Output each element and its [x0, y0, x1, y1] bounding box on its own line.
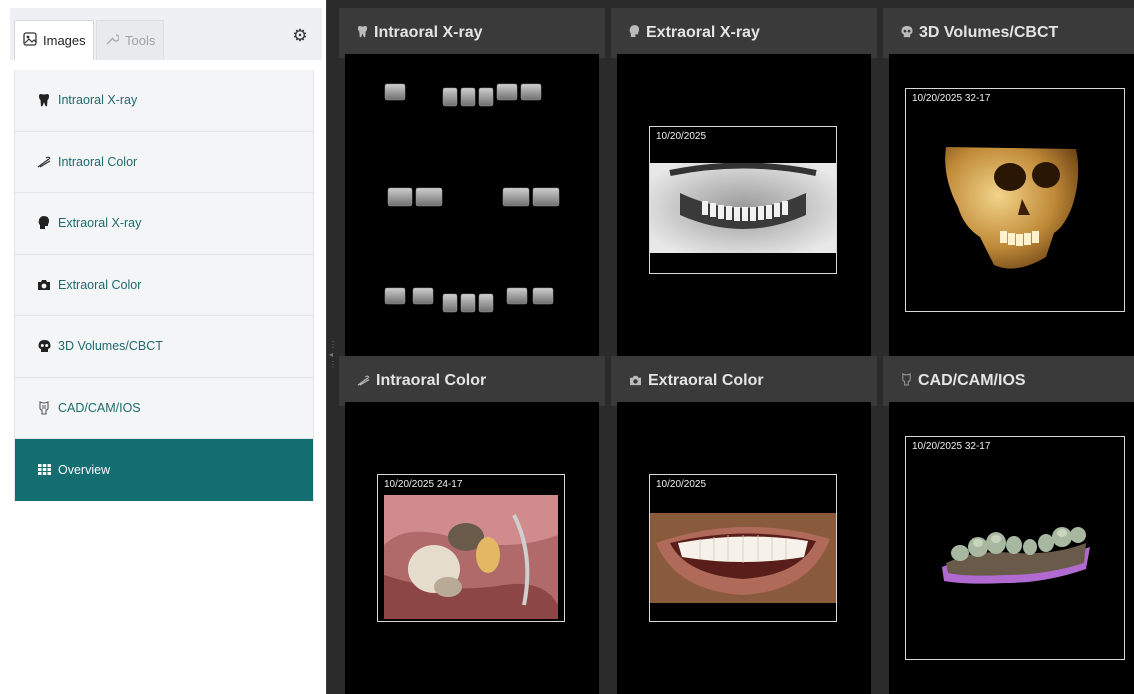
- collapse-handle-icon[interactable]: ⋮ ◂ ⋮: [329, 340, 337, 370]
- image-date: 10/20/2025: [656, 131, 707, 142]
- tile-intraoral-xray[interactable]: Intraoral X-ray: [339, 8, 605, 356]
- sidebar-item-label: CAD/CAM/IOS: [58, 400, 141, 415]
- sidebar-item-overview[interactable]: Overview: [15, 439, 313, 501]
- crown-icon: [37, 400, 51, 415]
- image-date: 10/20/2025 32-17: [912, 441, 991, 452]
- sidebar-item-label: Extraoral X-ray: [58, 216, 142, 231]
- tile-title: CAD/CAM/IOS: [918, 372, 1026, 389]
- tile-header: Extraoral X-ray: [611, 8, 877, 58]
- tile-3d-volumes[interactable]: 3D Volumes/CBCT 10/20/2025 32-17: [883, 8, 1134, 356]
- intraoral-photo-viewer[interactable]: 10/20/2025 24-17: [345, 402, 599, 694]
- image-date: 10/20/2025 32-17: [912, 93, 991, 104]
- tile-intraoral-color[interactable]: Intraoral Color 10/20/2025 24-17: [339, 356, 605, 694]
- sidebar-item-label: Intraoral Color: [58, 154, 138, 169]
- tile-cad-cam[interactable]: CAD/CAM/IOS 10/20/2025 32-17: [883, 356, 1134, 694]
- tile-title: Extraoral Color: [648, 372, 764, 389]
- panoramic-viewer[interactable]: 10/20/2025: [617, 54, 871, 356]
- wrench-icon: [105, 32, 120, 49]
- ios-scan-thumbnail[interactable]: 10/20/2025 32-17: [905, 436, 1125, 660]
- tile-title: 3D Volumes/CBCT: [919, 24, 1059, 41]
- sidebar-item-extraoral-color[interactable]: Extraoral Color: [15, 254, 313, 316]
- sidebar-item-intraoral-xray[interactable]: Intraoral X-ray: [15, 70, 313, 132]
- overview-grid: Intraoral X-ray Extraoral X-ray 10/20/20…: [337, 0, 1134, 694]
- panel-splitter[interactable]: ⋮ ◂ ⋮: [326, 0, 337, 694]
- tooth-icon: [37, 93, 51, 107]
- tile-title: Intraoral Color: [376, 372, 487, 389]
- tab-tools[interactable]: Tools: [96, 20, 164, 60]
- xray-series-viewer[interactable]: [345, 54, 599, 356]
- skull-icon: [37, 339, 51, 353]
- sidebar-item-label: Extraoral Color: [58, 277, 142, 292]
- sidebar-item-intraoral-color[interactable]: Intraoral Color: [15, 131, 313, 193]
- head-profile-icon: [629, 25, 640, 41]
- sidebar-item-label: Overview: [58, 462, 111, 477]
- tile-header: Intraoral X-ray: [339, 8, 605, 58]
- tooth-icon: [357, 25, 368, 41]
- left-panel: Images Tools ⚙ Intraoral X-ray Intraoral…: [0, 0, 326, 694]
- tile-title: Intraoral X-ray: [374, 24, 483, 41]
- sidebar-item-label: 3D Volumes/CBCT: [58, 339, 163, 354]
- image-icon: [23, 32, 37, 49]
- tile-header: 3D Volumes/CBCT: [883, 8, 1134, 58]
- cbct-viewer[interactable]: 10/20/2025 32-17: [889, 54, 1134, 356]
- camera-icon: [629, 374, 642, 389]
- tile-extraoral-color[interactable]: Extraoral Color 10/20/2025: [611, 356, 877, 694]
- tab-images-label: Images: [43, 33, 86, 48]
- camera-icon: [37, 278, 51, 292]
- intraoral-camera-icon: [37, 155, 51, 169]
- tile-header: CAD/CAM/IOS: [883, 356, 1134, 406]
- head-profile-icon: [37, 216, 51, 230]
- image-date: 10/20/2025 24-17: [384, 479, 463, 490]
- panoramic-thumbnail[interactable]: 10/20/2025: [649, 126, 837, 274]
- gear-icon[interactable]: ⚙: [290, 26, 310, 46]
- tab-images[interactable]: Images: [14, 20, 94, 60]
- extraoral-photo-viewer[interactable]: 10/20/2025: [617, 402, 871, 694]
- tab-tools-label: Tools: [125, 33, 156, 48]
- image-category-list: Intraoral X-ray Intraoral Color Extraora…: [14, 70, 314, 501]
- sidebar-item-3d-volumes[interactable]: 3D Volumes/CBCT: [15, 316, 313, 378]
- ios-scan-model: [942, 527, 1090, 584]
- crown-icon: [901, 373, 912, 389]
- panoramic-xray-image: [650, 163, 836, 253]
- cbct-thumbnail[interactable]: 10/20/2025 32-17: [905, 88, 1125, 312]
- cbct-skull-render: [945, 147, 1079, 269]
- full-mouth-xray-series: [384, 83, 560, 313]
- tile-header: Extraoral Color: [611, 356, 877, 406]
- smile-photo-image: [650, 513, 836, 603]
- sidebar-item-extraoral-xray[interactable]: Extraoral X-ray: [15, 193, 313, 255]
- intraoral-photo-thumbnail[interactable]: 10/20/2025 24-17: [377, 474, 565, 622]
- tile-extraoral-xray[interactable]: Extraoral X-ray 10/20/2025: [611, 8, 877, 356]
- skull-icon: [901, 25, 913, 41]
- ios-scan-viewer[interactable]: 10/20/2025 32-17: [889, 402, 1134, 694]
- intraoral-photo-image: [384, 495, 558, 619]
- tile-header: Intraoral Color: [339, 356, 605, 406]
- grid-icon: [37, 463, 51, 477]
- extraoral-photo-thumbnail[interactable]: 10/20/2025: [649, 474, 837, 622]
- sidebar-item-cad-cam[interactable]: CAD/CAM/IOS: [15, 377, 313, 439]
- tile-title: Extraoral X-ray: [646, 24, 760, 41]
- sidebar-item-label: Intraoral X-ray: [58, 93, 138, 108]
- intraoral-camera-icon: [357, 374, 370, 389]
- image-date: 10/20/2025: [656, 479, 707, 490]
